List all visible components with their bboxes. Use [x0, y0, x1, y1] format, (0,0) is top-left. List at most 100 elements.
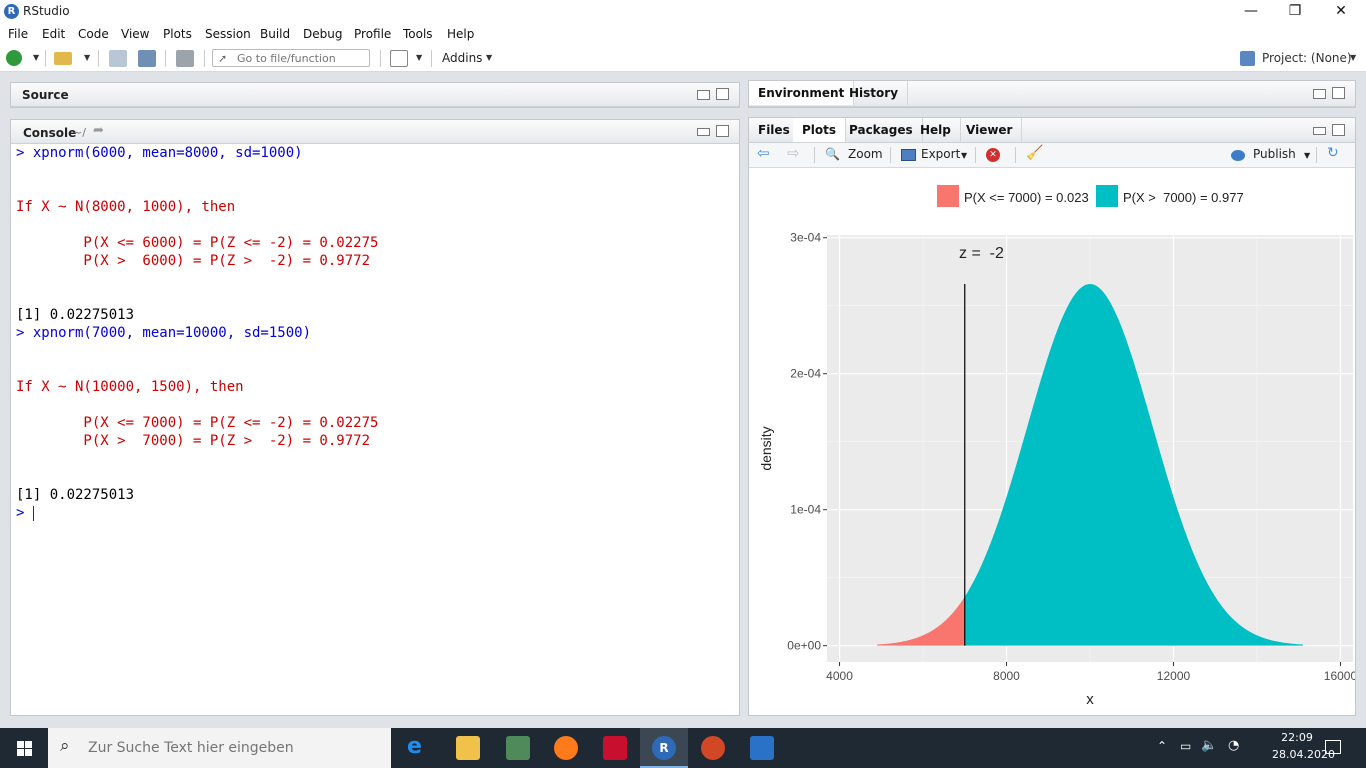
y-tick-label: 2e-04 [790, 367, 821, 381]
toolbar-separator [204, 50, 205, 67]
console-output[interactable]: > xpnorm(6000, mean=8000, sd=1000) If X … [16, 144, 736, 714]
legend-swatch-upper [1096, 185, 1118, 207]
project-menu[interactable]: Project: (None) [1262, 51, 1352, 65]
console-tab[interactable]: Console [23, 126, 76, 140]
firefox-icon[interactable] [554, 736, 578, 760]
tab-help[interactable]: Help [911, 118, 961, 142]
toolbar-separator [45, 50, 46, 67]
notifications-icon[interactable] [1325, 740, 1341, 754]
windows-start-icon[interactable] [17, 741, 32, 756]
tab-viewer[interactable]: Viewer [957, 118, 1023, 142]
x-tick-label: 12000 [1157, 669, 1191, 683]
console-header [11, 120, 739, 144]
menu-session[interactable]: Session [205, 27, 251, 41]
maximize-button[interactable]: ❐ [1272, 0, 1318, 24]
console-minimize-icon[interactable] [697, 128, 710, 136]
console-line: P(X > 6000) = P(Z > -2) = 0.9772 [16, 253, 371, 269]
acrobat-reader-icon[interactable] [603, 736, 627, 760]
source-tab[interactable]: Source [22, 88, 69, 102]
console-line: [1] 0.02275013 [16, 307, 135, 323]
legend-label-upper: P(X > 7000) = 0.977 [1123, 190, 1244, 205]
x-tick-label: 8000 [993, 669, 1020, 683]
minimize-button[interactable]: — [1228, 0, 1274, 24]
menu-tools[interactable]: Tools [403, 27, 433, 41]
volume-icon[interactable]: 🔈 [1201, 738, 1217, 753]
close-button[interactable]: ✕ [1318, 0, 1364, 24]
calculator-icon[interactable] [506, 736, 530, 760]
print-icon[interactable] [176, 50, 194, 67]
next-plot-icon[interactable]: ⇨ [787, 144, 800, 162]
project-dropdown-icon[interactable]: ▼ [1350, 53, 1356, 62]
goto-directory-icon[interactable]: ➦ [93, 123, 104, 138]
workspace-panes-icon[interactable] [390, 50, 408, 67]
menu-view[interactable]: View [121, 27, 149, 41]
tab-history[interactable]: History [840, 81, 909, 105]
goto-file-box[interactable]: ➚ [212, 49, 370, 67]
addins-menu[interactable]: Addins [442, 51, 482, 65]
menu-profile[interactable]: Profile [354, 27, 391, 41]
zoom-button[interactable]: Zoom [848, 147, 883, 161]
powerpoint-icon[interactable] [701, 736, 725, 760]
outlook-icon[interactable] [750, 736, 774, 760]
z-annotation: z = -2 [959, 245, 1004, 262]
file-explorer-icon[interactable] [456, 736, 480, 760]
panes-dropdown-icon[interactable]: ▼ [416, 53, 422, 62]
open-dropdown-icon[interactable]: ▼ [84, 53, 90, 62]
edge-browser-icon[interactable]: e [407, 736, 431, 760]
save-icon[interactable] [109, 50, 127, 67]
source-maximize-icon[interactable] [716, 88, 729, 100]
console-line: If X ~ N(10000, 1500), then [16, 379, 244, 395]
console-line: P(X > 7000) = P(Z > -2) = 0.9772 [16, 433, 371, 449]
goto-file-input[interactable] [237, 51, 367, 65]
tab-environment[interactable]: Environment [749, 81, 855, 105]
plots-maximize-icon[interactable] [1332, 124, 1345, 136]
taskbar-clock-date[interactable]: 28.04.2020 [1272, 748, 1335, 761]
source-restore-icon[interactable] [697, 90, 710, 100]
taskbar-search-input[interactable] [88, 738, 378, 758]
publish-dropdown-icon[interactable]: ▼ [1304, 151, 1310, 160]
save-all-icon[interactable] [138, 50, 156, 67]
menu-help[interactable]: Help [447, 27, 474, 41]
menu-plots[interactable]: Plots [163, 27, 192, 41]
console-maximize-icon[interactable] [716, 125, 729, 137]
new-file-icon[interactable] [6, 50, 22, 66]
menu-build[interactable]: Build [260, 27, 290, 41]
refresh-plot-icon[interactable]: ↻ [1327, 145, 1339, 161]
plots-toolbar: ⇦ ⇨ 🔍 Zoom Export ▼ ✕ 🧹 Publish ▼ ↻ [749, 143, 1355, 168]
tray-chevron-icon[interactable]: ⌃ [1157, 739, 1167, 753]
y-tick-label: 3e-04 [790, 231, 821, 245]
rstudio-taskbar-icon[interactable]: R [652, 736, 676, 760]
plots-minimize-icon[interactable] [1313, 127, 1326, 135]
export-dropdown-icon[interactable]: ▼ [961, 151, 967, 160]
remove-plot-icon[interactable]: ✕ [986, 148, 1000, 162]
environment-maximize-icon[interactable] [1332, 87, 1345, 99]
publish-button[interactable]: Publish [1253, 147, 1296, 161]
toolbar-separator [814, 147, 815, 163]
tab-plots[interactable]: Plots [793, 118, 847, 142]
wifi-icon[interactable]: ◔ [1228, 738, 1239, 753]
environment-restore-icon[interactable] [1313, 89, 1326, 99]
menu-file[interactable]: File [8, 27, 28, 41]
menu-debug[interactable]: Debug [303, 27, 342, 41]
new-file-dropdown-icon[interactable]: ▼ [33, 53, 39, 62]
battery-icon[interactable]: ▭ [1180, 739, 1191, 753]
taskbar-clock-time[interactable]: 22:09 [1272, 731, 1322, 744]
menu-edit[interactable]: Edit [42, 27, 65, 41]
y-tick-label: 0e+00 [787, 639, 821, 653]
addins-dropdown-icon[interactable]: ▼ [486, 53, 492, 62]
taskbar-search-box[interactable]: ⌕ [48, 728, 391, 768]
menu-code[interactable]: Code [78, 27, 109, 41]
clear-plots-broom-icon[interactable]: 🧹 [1026, 145, 1043, 161]
export-button[interactable]: Export [921, 147, 960, 161]
publish-icon [1231, 150, 1245, 161]
y-tick-label: 1e-04 [790, 503, 821, 517]
previous-plot-icon[interactable]: ⇦ [757, 144, 770, 162]
open-folder-icon[interactable] [54, 52, 72, 65]
